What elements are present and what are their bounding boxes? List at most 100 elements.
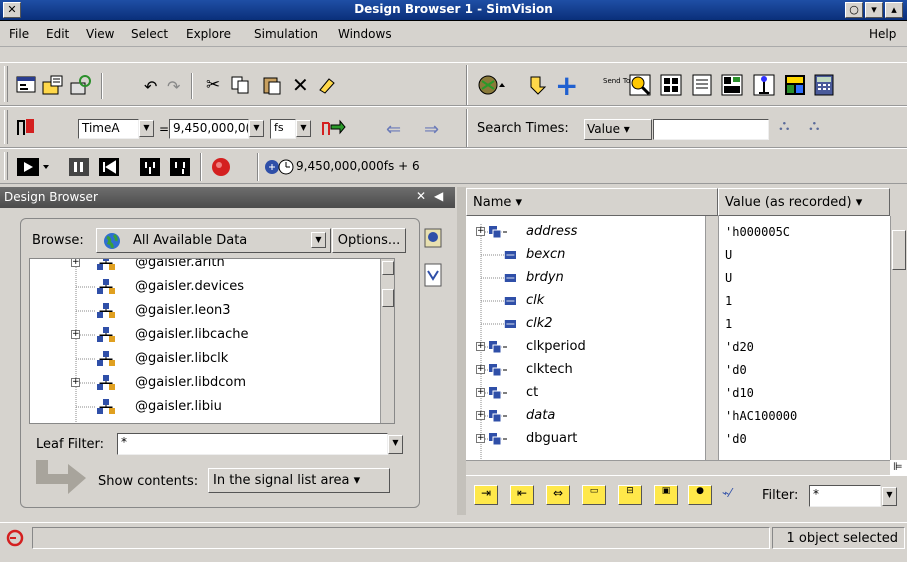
filter-input-button[interactable]: ⇥: [474, 485, 498, 505]
name-column-header[interactable]: Name ▾: [466, 188, 718, 216]
time-value-dropdown[interactable]: ▼: [249, 120, 264, 137]
name-hscrollbar[interactable]: [466, 460, 718, 475]
toolbar-grip[interactable]: [4, 66, 8, 102]
signal-row[interactable]: + ct 'd10: [466, 382, 890, 405]
time-value-field[interactable]: 9,450,000,0(: [169, 119, 249, 139]
signal-row[interactable]: + clkperiod 'd20: [466, 336, 890, 359]
stop-icon[interactable]: [210, 156, 232, 178]
close-panel-icon[interactable]: ✕: [416, 189, 426, 203]
run-icon[interactable]: [15, 155, 51, 179]
create-probe-icon[interactable]: [476, 73, 508, 97]
reinvoke-icon[interactable]: [69, 73, 93, 97]
register-window-icon[interactable]: [720, 73, 744, 97]
tree-scroll-up[interactable]: [382, 261, 394, 275]
tree-item[interactable]: @gaisler.libclk: [30, 347, 394, 371]
filter-register-button[interactable]: ⊟: [618, 485, 642, 505]
tree-item[interactable]: + @gaisler.arith: [30, 259, 394, 275]
step-icon[interactable]: [138, 155, 162, 179]
search-forward-icon[interactable]: ⛬: [809, 116, 820, 134]
time-name-dropdown[interactable]: ▼: [139, 120, 154, 137]
time-jump-icon[interactable]: [320, 117, 348, 141]
waveform-tool-icon[interactable]: [628, 73, 652, 97]
menu-down-button[interactable]: ▾: [865, 2, 883, 18]
menu-file[interactable]: File: [9, 27, 29, 41]
redo-icon[interactable]: ↷: [167, 77, 180, 96]
undo-icon[interactable]: ↶: [144, 77, 157, 96]
next-time-icon[interactable]: ⇒: [424, 119, 439, 140]
tree-item[interactable]: @gaisler.leon3: [30, 299, 394, 323]
collapse-panel-icon[interactable]: ◀: [434, 189, 443, 203]
show-contents-select[interactable]: In the signal list area ▾: [208, 468, 390, 493]
columns-icon[interactable]: ⊫: [893, 460, 903, 473]
signal-row[interactable]: + address 'h000005C: [466, 221, 890, 244]
browser-tab-icon[interactable]: [424, 228, 442, 248]
cut-icon[interactable]: ✂: [206, 75, 220, 95]
menu-help[interactable]: Help: [869, 27, 896, 41]
filter-internal-button[interactable]: ▭: [582, 485, 606, 505]
time-unit-field[interactable]: fs: [270, 119, 296, 139]
expand-icon[interactable]: +: [476, 365, 485, 374]
tree-scroll-thumb[interactable]: [382, 289, 394, 307]
menu-view[interactable]: View: [86, 27, 114, 41]
toolbar-grip[interactable]: [4, 152, 8, 180]
calculator-icon[interactable]: [812, 73, 836, 97]
signal-row[interactable]: clk2 1: [466, 313, 890, 336]
erase-icon[interactable]: [317, 75, 337, 95]
expand-icon[interactable]: +: [71, 378, 80, 387]
pause-icon[interactable]: [67, 155, 91, 179]
signal-row[interactable]: bexcn U: [466, 244, 890, 267]
minimize-button[interactable]: ○: [845, 2, 863, 18]
signal-tab-icon[interactable]: [424, 263, 442, 287]
tree-item[interactable]: @gaisler.devices: [30, 275, 394, 299]
time-name-field[interactable]: TimeA: [78, 119, 139, 139]
reset-icon[interactable]: [97, 155, 121, 179]
expand-icon[interactable]: +: [476, 411, 485, 420]
signal-row[interactable]: clk 1: [466, 290, 890, 313]
expand-icon[interactable]: +: [71, 259, 80, 267]
previous-time-icon[interactable]: ⇐: [386, 119, 401, 140]
filter-output-button[interactable]: ⇤: [510, 485, 534, 505]
memory-viewer-icon[interactable]: [783, 73, 807, 97]
signal-row[interactable]: + clktech 'd0: [466, 359, 890, 382]
value-scroll-thumb[interactable]: [892, 230, 906, 270]
tree-item[interactable]: + @gaisler.libcache: [30, 323, 394, 347]
value-scrollbar[interactable]: [890, 216, 907, 460]
drop-arrow-icon[interactable]: [526, 73, 550, 97]
maximize-button[interactable]: ▴: [885, 2, 903, 18]
value-column-header[interactable]: Value (as recorded) ▾: [718, 188, 890, 216]
expand-icon[interactable]: +: [476, 388, 485, 397]
name-column-scrollbar[interactable]: [705, 216, 718, 460]
signal-filter-field[interactable]: *: [809, 485, 881, 507]
splitter[interactable]: [457, 187, 466, 515]
time-unit-dropdown[interactable]: ▼: [296, 120, 311, 137]
menu-edit[interactable]: Edit: [46, 27, 69, 41]
menu-simulation[interactable]: Simulation: [254, 27, 318, 41]
value-hscrollbar[interactable]: [718, 460, 890, 475]
filter-all-icon[interactable]: ⌁⁄: [722, 486, 731, 500]
expand-icon[interactable]: +: [476, 227, 485, 236]
filter-wire-button[interactable]: ▣: [654, 485, 678, 505]
signal-row[interactable]: + dbguart 'd0: [466, 428, 890, 451]
signal-filter-dropdown[interactable]: ▼: [882, 487, 897, 506]
signal-row[interactable]: + data 'hAC100000: [466, 405, 890, 428]
browse-dropdown-arrow[interactable]: ▼: [311, 232, 326, 248]
toolbar-grip[interactable]: [4, 110, 8, 144]
search-back-icon[interactable]: ⛬: [779, 116, 790, 134]
browse-select[interactable]: All Available Data ▼: [96, 228, 331, 253]
signal-flow-icon[interactable]: [752, 73, 776, 97]
copy-icon[interactable]: [230, 75, 250, 95]
signal-row[interactable]: brdyn U: [466, 267, 890, 290]
search-value-field[interactable]: [653, 119, 769, 140]
source-browser-icon[interactable]: [690, 73, 714, 97]
paste-icon[interactable]: [262, 75, 282, 95]
expand-icon[interactable]: +: [71, 330, 80, 339]
search-mode-select[interactable]: Value ▾: [584, 119, 652, 140]
tree-scrollbar[interactable]: [380, 259, 394, 423]
expand-icon[interactable]: +: [476, 434, 485, 443]
expand-icon[interactable]: +: [476, 342, 485, 351]
menu-windows[interactable]: Windows: [338, 27, 392, 41]
filter-inout-button[interactable]: ⇔: [546, 485, 570, 505]
open-database-icon[interactable]: [41, 73, 65, 97]
next-step-icon[interactable]: [168, 155, 192, 179]
menu-select[interactable]: Select: [131, 27, 168, 41]
